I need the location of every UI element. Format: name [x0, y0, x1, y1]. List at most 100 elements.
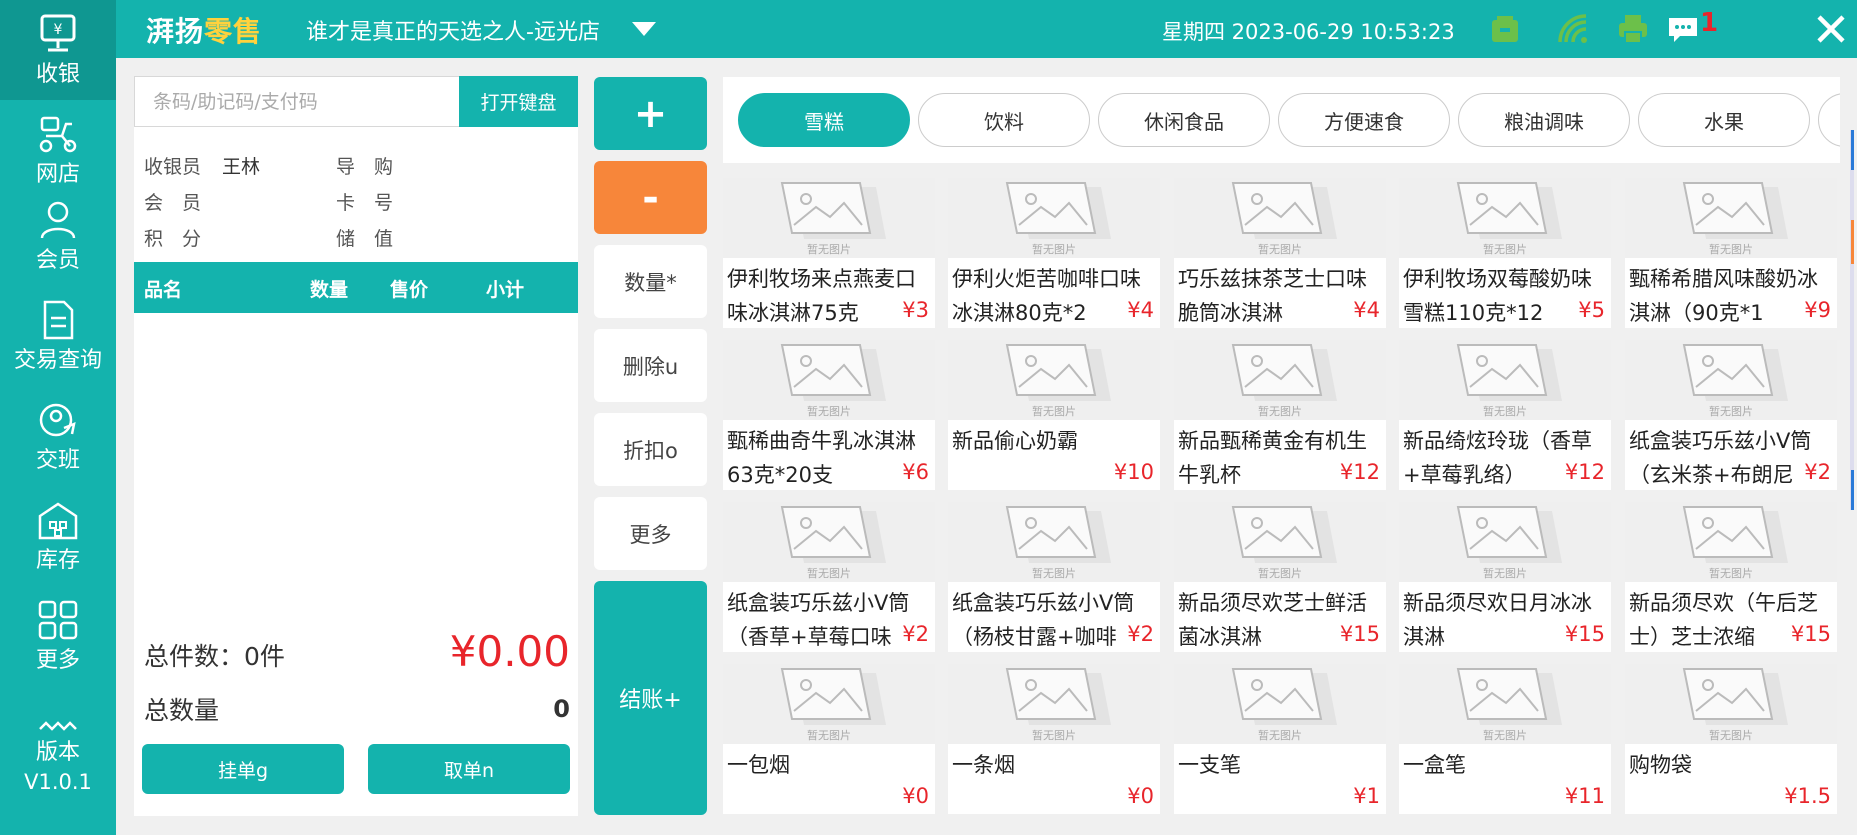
- product-thumbnail: 暂无图片: [948, 664, 1160, 744]
- retrieve-order-button[interactable]: 取单n: [368, 744, 570, 794]
- nav-label-transactions: 交易查询: [13, 348, 102, 373]
- nav-item-transactions[interactable]: 交易查询: [0, 286, 116, 386]
- category-tab[interactable]: 粮油调味: [1458, 93, 1630, 147]
- product-card[interactable]: 暂无图片 甄稀曲奇牛乳冰淇淋63克*20支 ¥6: [723, 340, 935, 490]
- product-price: ¥9: [1798, 294, 1837, 328]
- more-actions-button[interactable]: 更多: [594, 497, 707, 570]
- category-tab[interactable]: 休闲食品: [1098, 93, 1270, 147]
- hold-order-button[interactable]: 挂单g: [142, 744, 344, 794]
- col-quantity: 数量: [310, 279, 349, 301]
- category-tab[interactable]: 水果: [1638, 93, 1810, 147]
- placeholder-text: 暂无图片: [1483, 729, 1527, 742]
- product-card[interactable]: 暂无图片 伊利牧场双莓酸奶味雪糕110克*12 ¥5: [1399, 178, 1611, 328]
- product-card[interactable]: 暂无图片 一条烟 ¥0: [948, 664, 1160, 814]
- chevron-down-icon[interactable]: [632, 22, 656, 36]
- product-card[interactable]: 暂无图片 伊利牧场来点燕麦口味冰淇淋75克 ¥3: [723, 178, 935, 328]
- image-placeholder-icon: 暂无图片: [780, 668, 886, 742]
- version-icon: [39, 721, 77, 731]
- discount-button[interactable]: 折扣o: [594, 413, 707, 486]
- image-placeholder-icon: 暂无图片: [1456, 182, 1562, 256]
- product-price: ¥11: [1558, 780, 1611, 814]
- image-placeholder-icon: 暂无图片: [1682, 182, 1788, 256]
- scrollbar[interactable]: [1850, 130, 1854, 510]
- product-card[interactable]: 暂无图片 购物袋 ¥1.5: [1625, 664, 1837, 814]
- product-card[interactable]: 暂无图片 新品须尽欢日月冰冰淇淋 ¥15: [1399, 502, 1611, 652]
- version-info: 版本 V1.0.1: [0, 715, 116, 797]
- col-price: 售价: [390, 279, 429, 301]
- product-price: ¥3: [896, 294, 935, 328]
- nav-item-member[interactable]: 会员: [0, 186, 116, 286]
- product-card[interactable]: 暂无图片 纸盒装巧乐兹小V筒（杨枝甘露+咖啡 ¥2: [948, 502, 1160, 652]
- nav-item-more[interactable]: 更多: [0, 586, 116, 686]
- nav-label-inventory: 库存: [35, 548, 80, 573]
- product-card[interactable]: 暂无图片 甄稀希腊风味酸奶冰淇淋（90克*1 ¥9: [1625, 178, 1837, 328]
- product-price: ¥1: [1347, 780, 1386, 814]
- product-card[interactable]: 暂无图片 一包烟 ¥0: [723, 664, 935, 814]
- decrease-button[interactable]: -: [594, 161, 707, 234]
- product-price: ¥0: [1121, 780, 1160, 814]
- product-card[interactable]: 暂无图片 新品绮炫玲珑（香草+草莓乳络） ¥12: [1399, 340, 1611, 490]
- product-thumbnail: 暂无图片: [948, 502, 1160, 582]
- total-items: 总件数：0件: [144, 642, 285, 671]
- nav-item-online-store[interactable]: 网店: [0, 100, 116, 200]
- placeholder-text: 暂无图片: [807, 405, 851, 418]
- card-label: 卡 号: [336, 192, 394, 214]
- product-card[interactable]: 暂无图片 一盒笔 ¥11: [1399, 664, 1611, 814]
- scooter-icon: [39, 116, 77, 153]
- product-card[interactable]: 暂无图片 一支笔 ¥1: [1174, 664, 1386, 814]
- product-card[interactable]: 暂无图片 新品偷心奶霸 ¥10: [948, 340, 1160, 490]
- cash-drawer-icon[interactable]: [1488, 12, 1522, 46]
- category-tab[interactable]: 饮料: [918, 93, 1090, 147]
- product-card[interactable]: 暂无图片 新品须尽欢芝士鲜活菌冰淇淋 ¥15: [1174, 502, 1386, 652]
- nav-item-cashier[interactable]: ¥ 收银: [0, 0, 116, 100]
- col-name: 品名: [144, 279, 183, 301]
- cart-table-header: 品名 数量 售价 小计: [134, 262, 578, 313]
- product-thumbnail: 暂无图片: [723, 340, 935, 420]
- image-placeholder-icon: 暂无图片: [1456, 506, 1562, 580]
- placeholder-text: 暂无图片: [1032, 405, 1076, 418]
- product-price: ¥15: [1558, 618, 1611, 652]
- image-placeholder-icon: 暂无图片: [1005, 506, 1111, 580]
- barcode-search-input[interactable]: [134, 76, 459, 127]
- product-price: ¥15: [1333, 618, 1386, 652]
- printer-icon[interactable]: [1616, 12, 1650, 46]
- category-tab-overflow[interactable]: [1818, 93, 1840, 147]
- checkout-button[interactable]: 结账+: [594, 581, 707, 815]
- open-keyboard-button[interactable]: 打开键盘: [459, 76, 578, 127]
- product-thumbnail: 暂无图片: [1625, 502, 1837, 582]
- image-placeholder-icon: 暂无图片: [1231, 182, 1337, 256]
- product-price: ¥12: [1333, 456, 1386, 490]
- product-card[interactable]: 暂无图片 新品须尽欢（午后芝士）芝士浓缩 ¥15: [1625, 502, 1837, 652]
- store-name[interactable]: 谁才是真正的天选之人-远光店: [306, 14, 600, 46]
- placeholder-text: 暂无图片: [1483, 405, 1527, 418]
- wifi-icon[interactable]: [1556, 12, 1590, 46]
- nav-label-online-store: 网店: [35, 162, 80, 187]
- message-icon[interactable]: [1666, 12, 1700, 46]
- product-card[interactable]: 暂无图片 新品甄稀黄金有机生牛乳杯 ¥12: [1174, 340, 1386, 490]
- brand-part2: 零售: [204, 15, 263, 48]
- product-card[interactable]: 暂无图片 伊利火炬苦咖啡口味冰淇淋80克*2 ¥4: [948, 178, 1160, 328]
- image-placeholder-icon: 暂无图片: [780, 344, 886, 418]
- nav-item-inventory[interactable]: 库存: [0, 486, 116, 586]
- nav-item-shift[interactable]: 交班: [0, 386, 116, 486]
- placeholder-text: 暂无图片: [1483, 243, 1527, 256]
- product-thumbnail: 暂无图片: [1399, 664, 1611, 744]
- image-placeholder-icon: 暂无图片: [1231, 506, 1337, 580]
- category-tab[interactable]: 方便速食: [1278, 93, 1450, 147]
- quantity-button[interactable]: 数量*: [594, 245, 707, 318]
- product-card[interactable]: 暂无图片 巧乐兹抹茶芝士口味脆筒冰淇淋 ¥4: [1174, 178, 1386, 328]
- delete-button[interactable]: 删除u: [594, 329, 707, 402]
- product-card[interactable]: 暂无图片 纸盒装巧乐兹小V筒（玄米茶+布朗尼 ¥2: [1625, 340, 1837, 490]
- product-card[interactable]: 暂无图片 纸盒装巧乐兹小V筒（香草+草莓口味 ¥2: [723, 502, 935, 652]
- total-quantity-label: 总数量: [144, 696, 220, 725]
- image-placeholder-icon: 暂无图片: [1456, 344, 1562, 418]
- image-placeholder-icon: 暂无图片: [1231, 668, 1337, 742]
- close-icon[interactable]: [1814, 12, 1848, 46]
- sidebar: ¥ 收银 网店 会员 交易查询 交班 库存 更多 版本 V1.0.1: [0, 0, 116, 835]
- scroll-indicator: [1851, 220, 1854, 264]
- increase-button[interactable]: +: [594, 77, 707, 150]
- category-tab[interactable]: 雪糕: [738, 93, 910, 147]
- product-price: ¥6: [896, 456, 935, 490]
- placeholder-text: 暂无图片: [807, 243, 851, 256]
- placeholder-text: 暂无图片: [1258, 729, 1302, 742]
